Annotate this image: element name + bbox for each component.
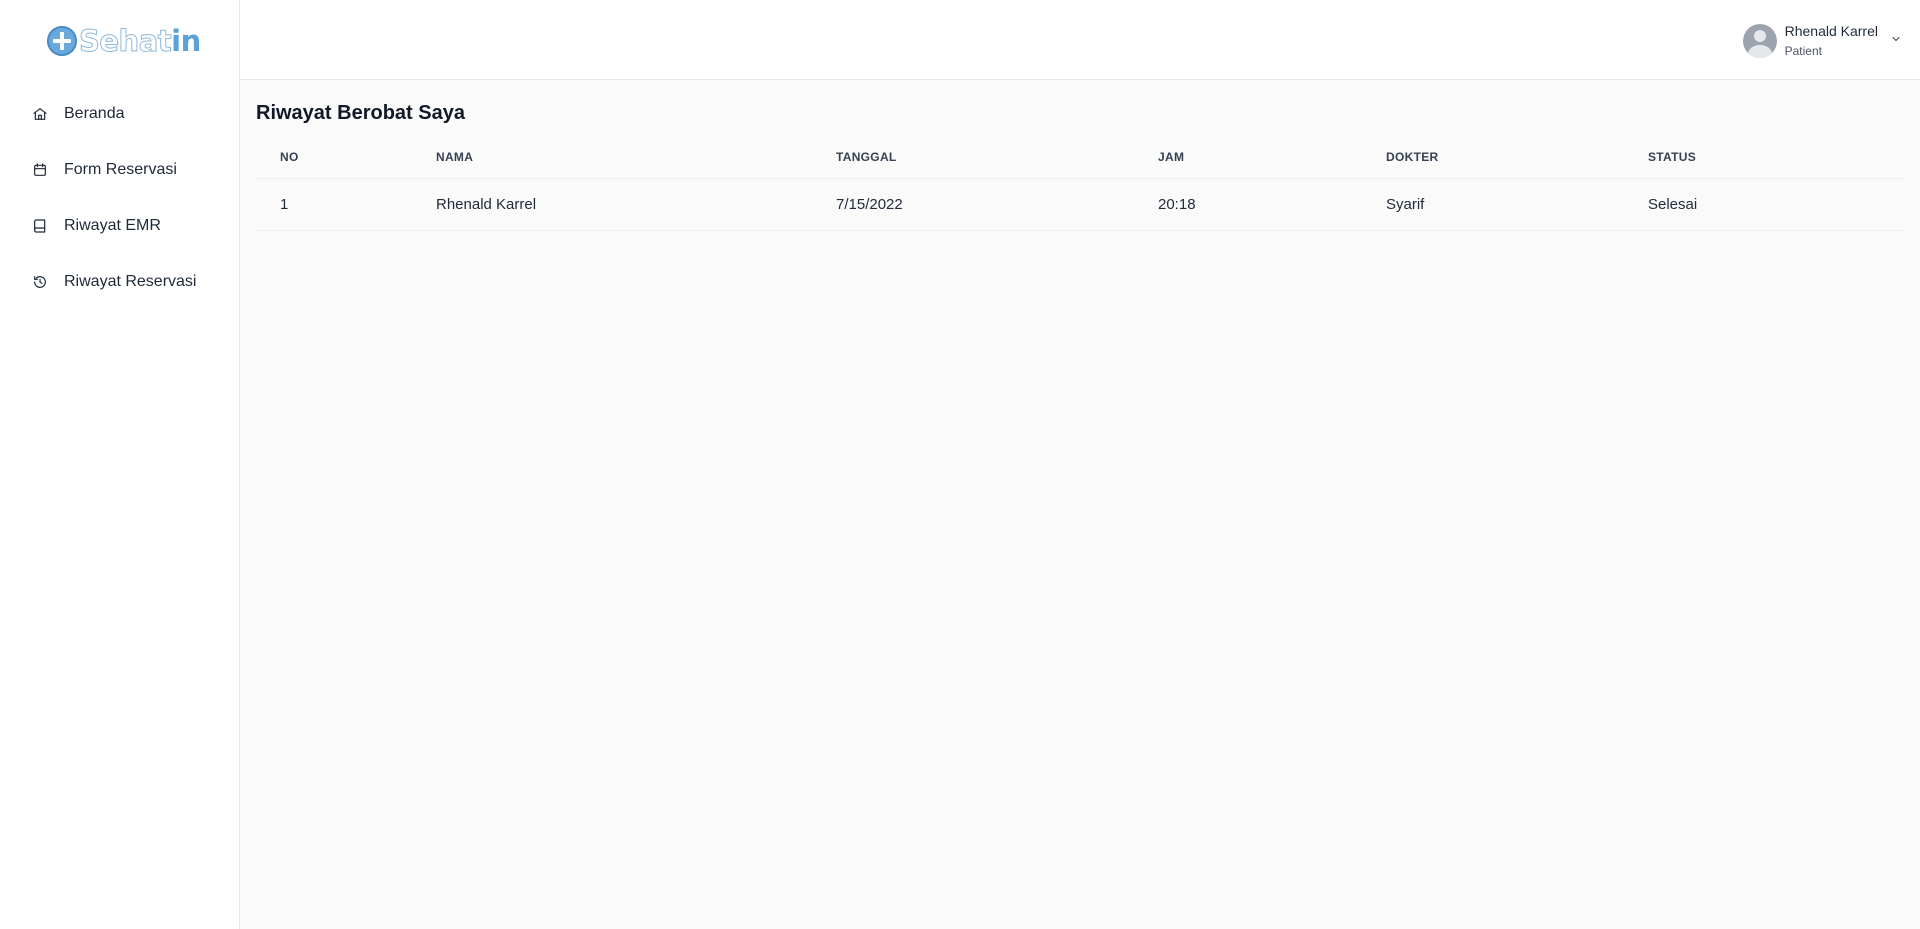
cell-jam: 20:18 [1158, 178, 1386, 231]
avatar [1742, 24, 1777, 58]
sidebar-item-label: Riwayat EMR [64, 217, 161, 234]
sidebar-item-label: Form Reservasi [64, 161, 177, 178]
cell-dokter: Syarif [1386, 178, 1648, 231]
sidebar-item-riwayat-reservasi[interactable]: Riwayat Reservasi [0, 254, 240, 310]
app-root: Sehatin Beranda Form Reservasi Riwayat E… [0, 0, 1920, 929]
calendar-icon [32, 162, 48, 178]
chevron-down-icon[interactable] [1890, 32, 1902, 50]
brand-logo[interactable]: Sehatin [47, 22, 201, 60]
sidebar-item-label: Beranda [64, 105, 125, 122]
brand-name-part2: in [171, 23, 201, 58]
medical-plus-icon [47, 26, 77, 56]
history-icon [32, 274, 48, 290]
column-header-jam: JAM [1158, 136, 1386, 179]
column-header-nama: NAMA [436, 136, 836, 179]
column-header-status: STATUS [1648, 136, 1904, 179]
column-header-dokter: DOKTER [1386, 136, 1648, 179]
cell-status: Selesai [1648, 178, 1904, 231]
brand-name-part1: Sehat [78, 23, 172, 58]
sidebar-item-label: Riwayat Reservasi [64, 273, 197, 290]
column-header-no: NO [256, 136, 436, 179]
sidebar-item-form-reservasi[interactable]: Form Reservasi [0, 142, 240, 198]
book-icon [32, 218, 48, 234]
cell-tanggal: 7/15/2022 [836, 178, 1158, 231]
table-row: 1 Rhenald Karrel 7/15/2022 20:18 Syarif … [256, 178, 1904, 231]
sidebar: Sehatin Beranda Form Reservasi Riwayat E… [0, 0, 240, 929]
user-menu[interactable]: Rhenald Karrel Patient [1742, 22, 1902, 60]
sidebar-item-riwayat-emr[interactable]: Riwayat EMR [0, 198, 240, 254]
user-role: Patient [1784, 44, 1822, 58]
sidebar-nav: Beranda Form Reservasi Riwayat EMR Riway… [0, 86, 240, 310]
user-info: Rhenald Karrel Patient [1785, 22, 1878, 60]
top-header: Rhenald Karrel Patient [240, 0, 1920, 80]
home-icon [32, 106, 48, 122]
column-header-tanggal: TANGGAL [836, 136, 1158, 179]
records-table: NO NAMA TANGGAL JAM DOKTER STATUS 1 Rhen… [256, 136, 1904, 231]
cell-nama: Rhenald Karrel [436, 178, 836, 231]
cell-no: 1 [256, 178, 436, 231]
sidebar-item-beranda[interactable]: Beranda [0, 86, 240, 142]
page-title: Riwayat Berobat Saya [256, 102, 465, 124]
brand-name: Sehatin [78, 23, 201, 58]
table-header-row: NO NAMA TANGGAL JAM DOKTER STATUS [256, 136, 1904, 179]
user-name: Rhenald Karrel [1784, 23, 1878, 39]
